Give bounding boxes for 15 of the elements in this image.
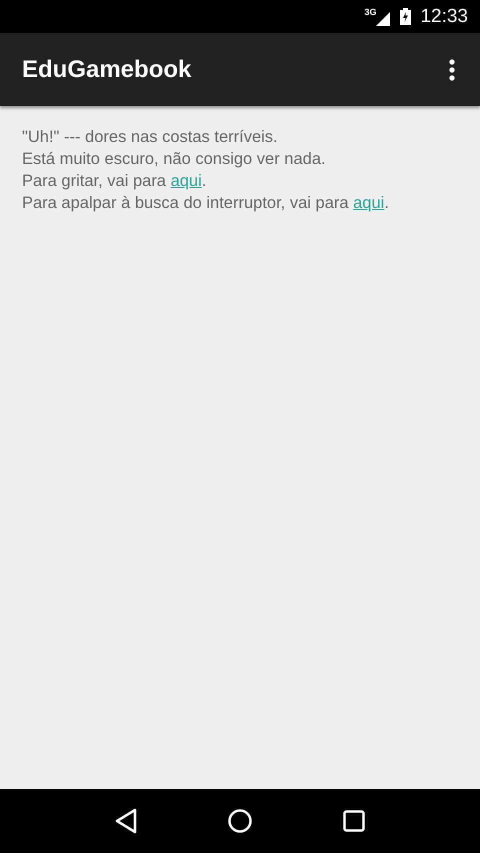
story-link[interactable]: aqui (170, 172, 202, 190)
signal-icon (376, 12, 390, 26)
story-link[interactable]: aqui (353, 194, 384, 212)
back-icon[interactable] (115, 808, 138, 834)
network-type: 3G (364, 7, 376, 17)
story-text: Está muito escuro, não consigo ver nada. (22, 149, 327, 170)
story-text: "Uh!" --- dores nas costas terríveis. (22, 127, 279, 148)
recents-icon[interactable] (342, 810, 365, 832)
home-icon[interactable] (228, 809, 252, 833)
story-text: Para gritar, vai para aqui. (22, 171, 208, 192)
battery-icon (400, 8, 412, 25)
clock-time: 12:33 (420, 6, 468, 28)
overflow-menu-icon[interactable] (449, 58, 455, 80)
app-title: EduGamebook (22, 56, 192, 84)
story-text: Para apalpar à busca do interruptor, vai para aqui. (22, 193, 390, 214)
